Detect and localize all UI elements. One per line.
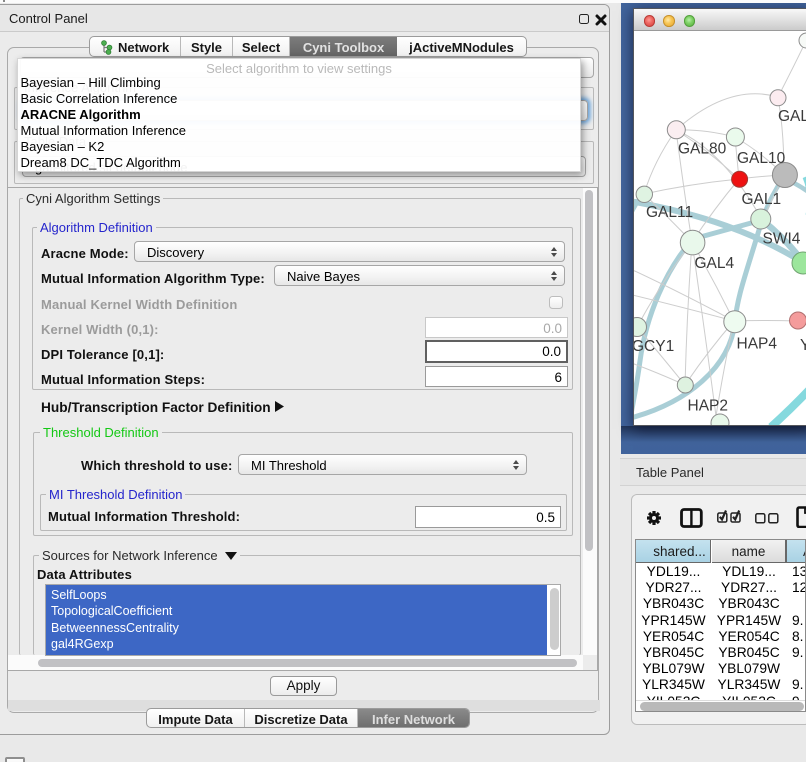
svg-text:GCY1: GCY1 [634, 338, 674, 355]
svg-text:HAP2: HAP2 [688, 398, 729, 415]
svg-text:GAL11: GAL11 [646, 204, 693, 221]
svg-text:GAL80: GAL80 [678, 141, 727, 158]
svg-text:GAL4: GAL4 [695, 255, 735, 272]
svg-text:HAP4: HAP4 [737, 336, 778, 353]
svg-text:GAL7: GAL7 [778, 108, 806, 125]
svg-text:GAL1: GAL1 [742, 191, 782, 208]
svg-text:Y: Y [800, 337, 806, 354]
svg-text:GAL10: GAL10 [737, 150, 786, 167]
svg-text:SWI4: SWI4 [763, 231, 801, 248]
